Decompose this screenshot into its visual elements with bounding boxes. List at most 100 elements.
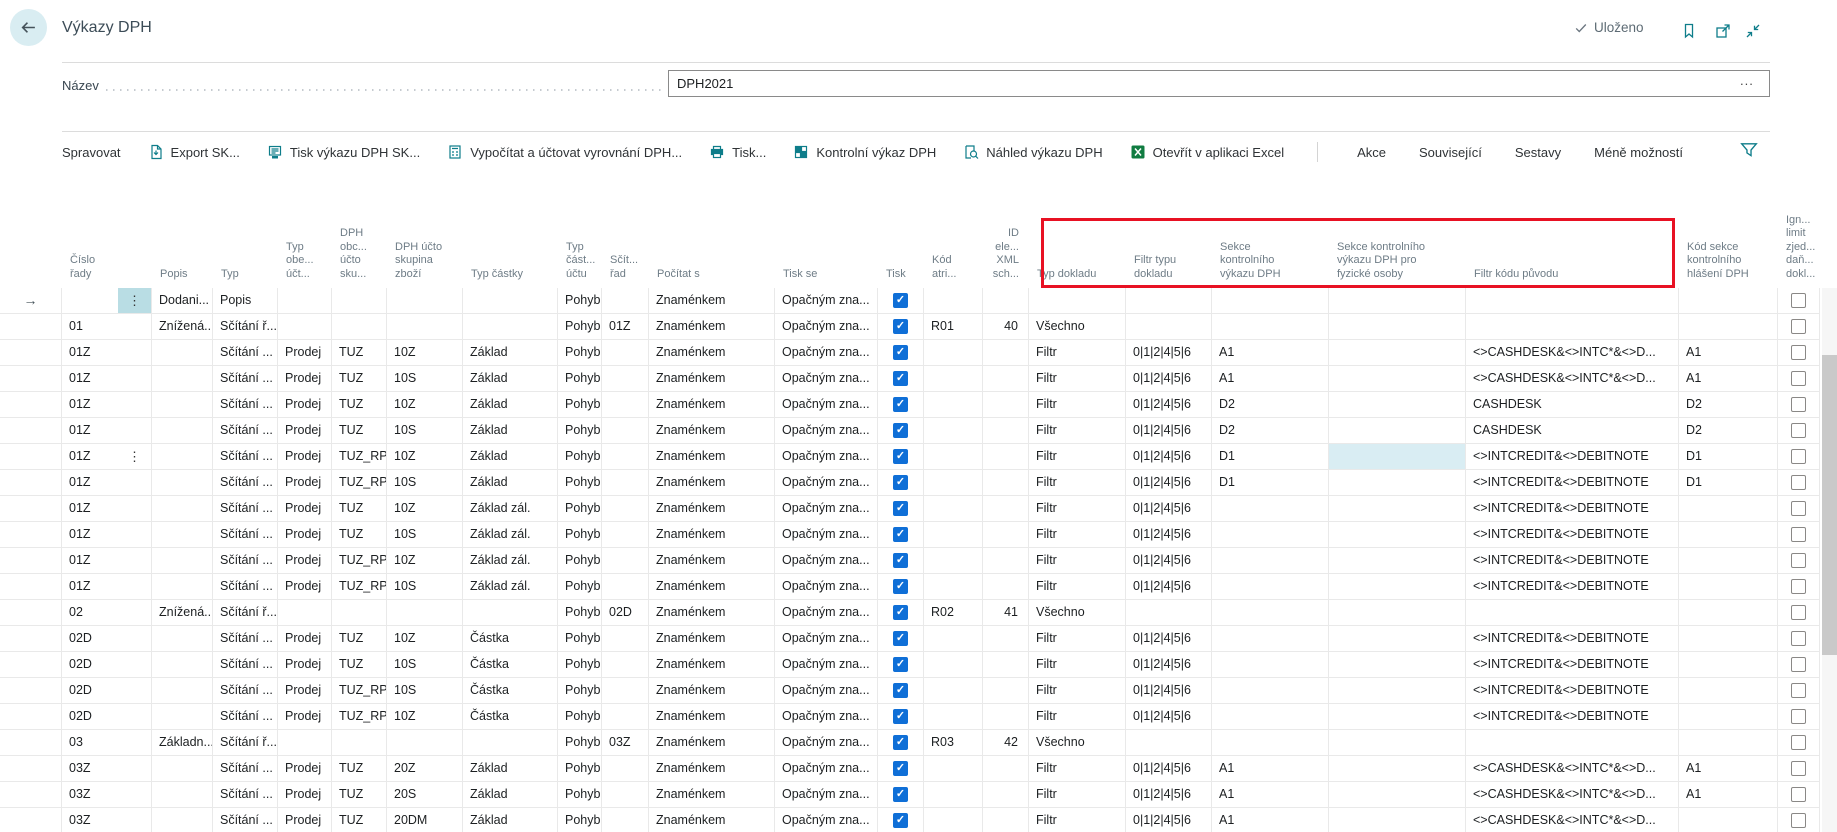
cell-kod_sekce[interactable]: A1 <box>1679 756 1778 781</box>
cell-kod_sekce[interactable]: A1 <box>1679 366 1778 391</box>
cell-dph_obc[interactable]: TUZ_RP <box>332 704 387 729</box>
cell-tisk[interactable]: ✓ <box>878 730 924 755</box>
cell-ign[interactable] <box>1778 314 1820 339</box>
cell-sekce[interactable] <box>1212 626 1329 651</box>
cell-tisk[interactable]: ✓ <box>878 626 924 651</box>
cell-ign[interactable] <box>1778 652 1820 677</box>
cell-typ_uctu[interactable]: Pohyb <box>558 548 602 573</box>
cell-row-selector[interactable] <box>0 756 62 781</box>
cell-typ_castky[interactable]: Základ <box>463 392 558 417</box>
tisk-checkbox[interactable]: ✓ <box>893 475 908 490</box>
cell-sekce_fo[interactable] <box>1329 574 1466 599</box>
tisk-checkbox[interactable]: ✓ <box>893 449 908 464</box>
tisk-checkbox[interactable]: ✓ <box>893 371 908 386</box>
cell-filtr_typu[interactable]: 0|1|2|4|5|6 <box>1126 808 1212 832</box>
cell-scit_rad[interactable] <box>602 444 649 469</box>
cell-sekce[interactable] <box>1212 522 1329 547</box>
cell-row-selector[interactable] <box>0 574 62 599</box>
cell-typ_dokladu[interactable]: Filtr <box>1029 522 1126 547</box>
cell-typ_obe[interactable] <box>278 314 332 339</box>
cell-sekce_fo[interactable] <box>1329 808 1466 832</box>
cell-typ_dokladu[interactable]: Filtr <box>1029 340 1126 365</box>
ign-checkbox[interactable] <box>1791 345 1806 360</box>
cell-kod_sekce[interactable] <box>1679 704 1778 729</box>
cell-dph_obc[interactable]: TUZ <box>332 522 387 547</box>
cell-cislo-rady[interactable]: 01Z <box>62 418 152 443</box>
cell-ign[interactable] <box>1778 626 1820 651</box>
cell-typ_uctu[interactable]: Pohyb <box>558 288 602 313</box>
cell-typ_castky[interactable] <box>463 314 558 339</box>
column-header-sekce_fo[interactable]: Sekce kontrolníhovýkazu DPH profyzické o… <box>1329 185 1466 288</box>
ign-checkbox[interactable] <box>1791 735 1806 750</box>
cell-sekce_fo[interactable] <box>1329 652 1466 677</box>
cell-typ[interactable]: Sčítání ... <box>213 444 278 469</box>
cell-typ_obe[interactable]: Prodej <box>278 470 332 495</box>
cell-scit_rad[interactable] <box>602 808 649 832</box>
tisk-checkbox[interactable]: ✓ <box>893 735 908 750</box>
cell-tisk_se[interactable]: Opačným zna... <box>775 314 878 339</box>
cell-typ_dokladu[interactable]: Filtr <box>1029 496 1126 521</box>
cell-dph_zbozi[interactable]: 10Z <box>387 626 463 651</box>
cell-popis[interactable]: Znížená... <box>152 600 213 625</box>
cell-typ_obe[interactable]: Prodej <box>278 522 332 547</box>
cell-dph_obc[interactable]: TUZ <box>332 496 387 521</box>
cell-typ_castky[interactable]: Základ <box>463 366 558 391</box>
ign-checkbox[interactable] <box>1791 449 1806 464</box>
cell-kod_atri[interactable]: R02 <box>924 600 983 625</box>
cell-dph_obc[interactable]: TUZ_RP <box>332 678 387 703</box>
cell-filtr_kodu[interactable] <box>1466 314 1679 339</box>
cell-tisk[interactable]: ✓ <box>878 678 924 703</box>
cell-dph_obc[interactable]: TUZ <box>332 808 387 832</box>
cell-tisk[interactable]: ✓ <box>878 392 924 417</box>
cell-sekce_fo[interactable] <box>1329 418 1466 443</box>
cell-kod_atri[interactable] <box>924 678 983 703</box>
cell-scit_rad[interactable] <box>602 782 649 807</box>
cell-pocitat[interactable]: Znaménkem <box>649 314 775 339</box>
cell-typ_uctu[interactable]: Pohyb <box>558 392 602 417</box>
cell-pocitat[interactable]: Znaménkem <box>649 626 775 651</box>
cell-filtr_typu[interactable]: 0|1|2|4|5|6 <box>1126 340 1212 365</box>
cell-popis[interactable]: Základn... <box>152 730 213 755</box>
ign-checkbox[interactable] <box>1791 813 1806 828</box>
cell-row-selector[interactable] <box>0 418 62 443</box>
cell-pocitat[interactable]: Znaménkem <box>649 782 775 807</box>
cell-filtr_typu[interactable]: 0|1|2|4|5|6 <box>1126 366 1212 391</box>
ign-checkbox[interactable] <box>1791 761 1806 776</box>
cell-sekce[interactable] <box>1212 496 1329 521</box>
ign-checkbox[interactable] <box>1791 631 1806 646</box>
row-menu-button[interactable]: ⋮ <box>118 444 151 469</box>
cell-popis[interactable]: Dodani... <box>152 288 213 313</box>
cell-row-selector[interactable] <box>0 600 62 625</box>
cell-id_xml[interactable] <box>983 340 1029 365</box>
ign-checkbox[interactable] <box>1791 501 1806 516</box>
cell-sekce[interactable] <box>1212 730 1329 755</box>
cell-filtr_kodu[interactable] <box>1466 730 1679 755</box>
cell-dph_zbozi[interactable] <box>387 730 463 755</box>
cell-popis[interactable] <box>152 522 213 547</box>
collapse-button[interactable] <box>1742 20 1764 42</box>
cell-id_xml[interactable] <box>983 496 1029 521</box>
column-header-tisk[interactable]: Tisk <box>878 185 924 288</box>
cell-kod_atri[interactable] <box>924 340 983 365</box>
menu-button-sestavy[interactable]: Sestavy <box>1515 145 1561 160</box>
cell-popis[interactable] <box>152 418 213 443</box>
cell-sekce_fo[interactable] <box>1329 470 1466 495</box>
column-header-cislo[interactable]: Číslořady <box>62 185 152 288</box>
cell-ign[interactable] <box>1778 392 1820 417</box>
column-header-typ_obe[interactable]: Typobe...účt... <box>278 185 332 288</box>
cell-scit_rad[interactable] <box>602 678 649 703</box>
cell-filtr_typu[interactable] <box>1126 730 1212 755</box>
cell-ign[interactable] <box>1778 496 1820 521</box>
cell-typ_castky[interactable]: Základ <box>463 808 558 832</box>
cell-kod_sekce[interactable] <box>1679 600 1778 625</box>
cell-row-selector[interactable] <box>0 314 62 339</box>
cell-scit_rad[interactable] <box>602 626 649 651</box>
cell-sekce[interactable] <box>1212 652 1329 677</box>
cell-popis[interactable] <box>152 340 213 365</box>
cell-pocitat[interactable]: Znaménkem <box>649 288 775 313</box>
cell-popis[interactable] <box>152 782 213 807</box>
cell-tisk_se[interactable]: Opačným zna... <box>775 392 878 417</box>
cell-id_xml[interactable] <box>983 522 1029 547</box>
cell-pocitat[interactable]: Znaménkem <box>649 600 775 625</box>
cell-row-selector[interactable] <box>0 522 62 547</box>
